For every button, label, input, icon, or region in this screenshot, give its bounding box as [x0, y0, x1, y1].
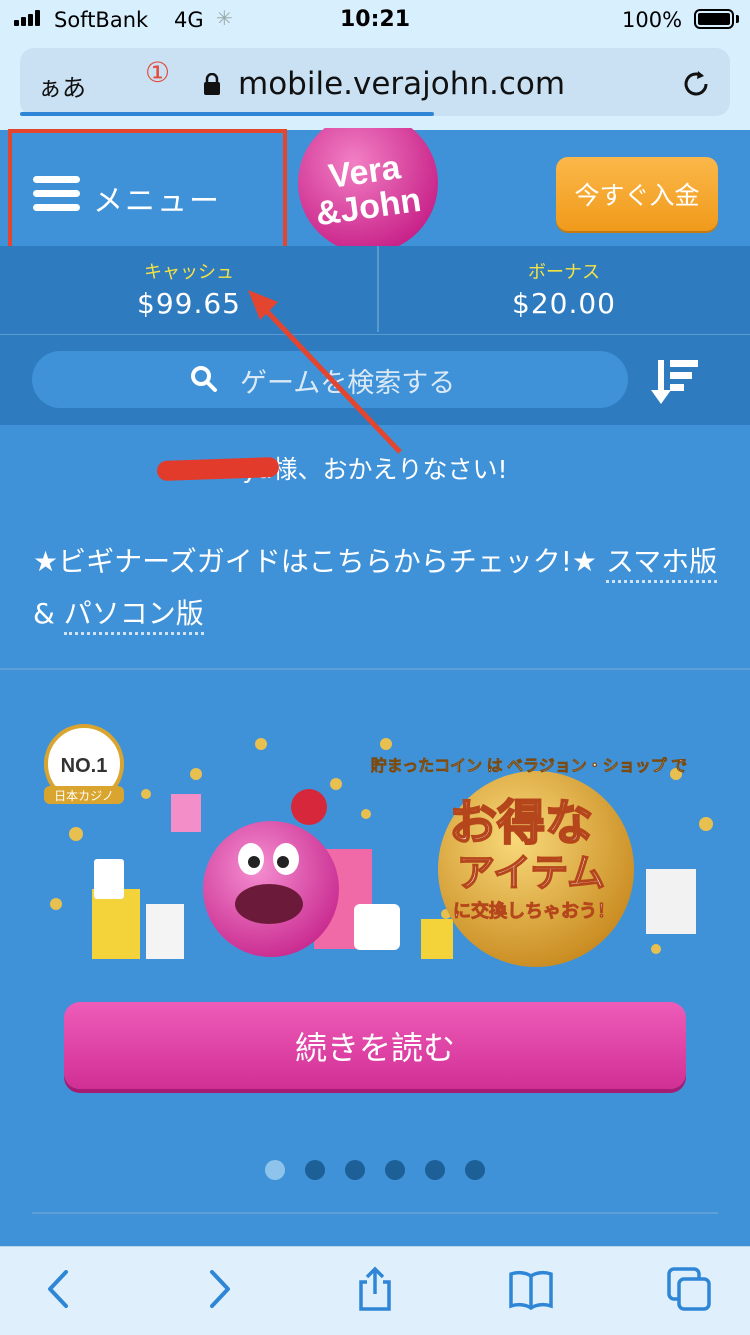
guide-intro: ★ビギナーズガイドはこちらからチェック!★ [33, 545, 606, 578]
read-more-button[interactable]: 続きを読む [64, 1002, 686, 1089]
annotation-step-marker: ① [145, 56, 171, 89]
share-icon[interactable] [352, 1266, 398, 1312]
gold-balloon: 貯まったコイン は ベラジョン・ショップ で お得な アイテム に交換しちゃおう… [371, 756, 687, 967]
url-text[interactable]: mobile.verajohn.com [238, 66, 565, 102]
carousel-dot-6[interactable] [465, 1160, 485, 1180]
deposit-now-button[interactable]: 今すぐ入金 [556, 157, 718, 231]
bonus-label: ボーナス [528, 262, 600, 283]
promo-banner[interactable]: NO.1 日本カジノ 貯まったコイン は ベラジョン・ショップ で お得な アイ… [36, 714, 722, 984]
small-pink-bag [171, 794, 201, 832]
poker-chip-icon [291, 789, 327, 825]
banner-headline-sub: に交換しちゃおう！ [453, 900, 615, 921]
carousel-dot-4[interactable] [385, 1160, 405, 1180]
dice-icon [354, 904, 400, 950]
reload-icon[interactable] [679, 67, 713, 101]
section-divider-bottom [32, 1212, 718, 1214]
white-bag-right [646, 869, 696, 934]
verajohn-logo[interactable]: Vera &John [296, 128, 440, 248]
banner-headline-big-1: お得な [449, 797, 593, 850]
page-load-progress [20, 112, 434, 116]
yellow-bag [92, 889, 140, 959]
forward-icon[interactable] [196, 1266, 242, 1312]
search-icon [191, 366, 217, 392]
banner-headline-big-2: アイテム [457, 853, 605, 895]
mascot-ball [203, 821, 339, 957]
badge-no1-text: NO.1 [61, 755, 108, 777]
reader-settings-button[interactable]: ぁあ [38, 68, 86, 103]
carousel-dot-3[interactable] [345, 1160, 365, 1180]
battery-percentage: 100% [622, 8, 683, 32]
guide-link-pc[interactable]: パソコン版 [63, 597, 204, 635]
back-icon[interactable] [36, 1266, 82, 1312]
guide-link-smartphone[interactable]: スマホ版 [605, 545, 718, 583]
carousel-dot-1[interactable] [265, 1160, 285, 1180]
section-divider [0, 668, 750, 670]
small-yellow-bag [421, 919, 453, 959]
battery-icon [694, 9, 734, 29]
redaction-mark [156, 456, 280, 482]
banner-headline-small: 貯まったコイン は ベラジョン・ショップ で [371, 756, 687, 775]
battery-nub [736, 15, 739, 23]
no1-badge: NO.1 日本カジノ [44, 724, 124, 804]
carousel-dot-2[interactable] [305, 1160, 325, 1180]
sort-filter-icon[interactable] [650, 356, 700, 408]
bookmarks-icon[interactable] [508, 1266, 554, 1312]
bonus-balance[interactable]: $20.00 [378, 287, 750, 320]
status-bar: SoftBank 4G ✳ 10:21 100% [0, 0, 750, 44]
guide-amp: & [33, 597, 64, 630]
playing-card-icon [94, 859, 124, 899]
tabs-icon[interactable] [666, 1266, 712, 1312]
annotation-arrow [248, 290, 402, 454]
lock-icon [204, 73, 220, 95]
white-bag [146, 904, 184, 959]
badge-sub-text: 日本カジノ [54, 789, 114, 803]
carousel-dot-5[interactable] [425, 1160, 445, 1180]
beginners-guide-text: ★ビギナーズガイドはこちらからチェック!★ スマホ版 & パソコン版 [33, 536, 723, 640]
